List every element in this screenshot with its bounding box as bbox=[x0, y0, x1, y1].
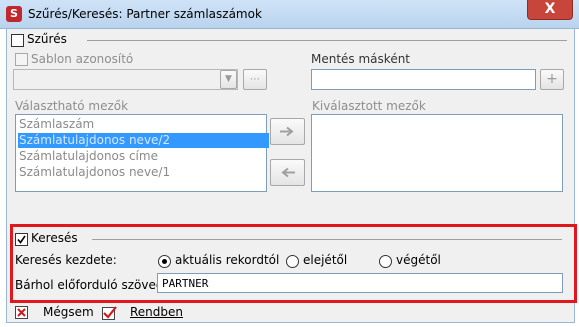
cancel-label[interactable]: Mégsem bbox=[43, 305, 94, 319]
move-right-button[interactable] bbox=[270, 118, 305, 145]
list-item[interactable]: Számlaszám bbox=[18, 117, 269, 132]
filter-checkbox[interactable] bbox=[11, 34, 24, 47]
available-fields-label: Választható mezők bbox=[15, 99, 129, 113]
chevron-down-icon[interactable]: ▼ bbox=[220, 70, 237, 89]
selected-fields-list[interactable] bbox=[311, 114, 563, 192]
template-checkbox[interactable] bbox=[15, 53, 28, 66]
radio-current-record[interactable] bbox=[158, 255, 171, 268]
filter-divider bbox=[87, 40, 567, 41]
add-button[interactable]: + bbox=[540, 69, 564, 90]
search-checkbox[interactable] bbox=[15, 233, 28, 246]
cancel-button[interactable] bbox=[15, 306, 28, 319]
save-as-label: Mentés másként bbox=[311, 52, 411, 66]
search-start-label: Keresés kezdete: bbox=[15, 253, 117, 267]
save-as-field[interactable] bbox=[311, 69, 536, 90]
ok-button[interactable] bbox=[102, 306, 117, 320]
radio-current-record-label[interactable]: aktuális rekordtól bbox=[175, 253, 279, 267]
search-text-label: Bárhol előforduló szöveg: bbox=[15, 278, 168, 292]
radio-from-end[interactable] bbox=[379, 255, 392, 268]
search-section-label: Keresés bbox=[31, 231, 78, 245]
cancel-x-icon bbox=[15, 306, 28, 319]
radio-from-end-label[interactable]: végétől bbox=[396, 253, 441, 267]
ok-check-icon bbox=[102, 306, 117, 320]
filter-section-label: Szűrés bbox=[27, 32, 67, 46]
list-item-selected[interactable]: Számlatulajdonos neve/2 bbox=[18, 133, 269, 148]
move-left-button[interactable] bbox=[270, 159, 305, 186]
radio-from-start-label[interactable]: elejétől bbox=[303, 253, 347, 267]
template-browse-button[interactable]: ⋯ bbox=[243, 69, 267, 90]
selected-fields-label: Kiválasztott mezők bbox=[312, 99, 426, 113]
arrow-right-icon bbox=[280, 126, 294, 137]
list-item[interactable]: Számlatulajdonos neve/1 bbox=[18, 165, 269, 180]
window-title: Szűrés/Keresés: Partner számlaszámok bbox=[28, 7, 262, 21]
search-divider bbox=[92, 239, 562, 240]
arrow-left-icon bbox=[281, 167, 295, 178]
list-item[interactable]: Számlatulajdonos címe bbox=[18, 149, 269, 164]
title-bar[interactable]: S Szűrés/Keresés: Partner számlaszámok X bbox=[0, 0, 579, 29]
radio-from-start[interactable] bbox=[286, 255, 299, 268]
template-label: Sablon azonosító bbox=[31, 52, 134, 66]
search-text-input[interactable]: PARTNER bbox=[157, 273, 563, 293]
checkmark-icon bbox=[17, 235, 26, 244]
close-button[interactable]: X bbox=[527, 0, 573, 20]
available-fields-list[interactable]: Számlaszám Számlatulajdonos neve/2 Száml… bbox=[15, 114, 269, 192]
ok-label[interactable]: Rendben bbox=[130, 305, 183, 319]
dialog-body: Szűrés Sablon azonosító ▼ ⋯ Mentés máské… bbox=[6, 28, 577, 323]
template-select[interactable]: ▼ bbox=[13, 69, 238, 90]
app-icon: S bbox=[6, 6, 22, 22]
